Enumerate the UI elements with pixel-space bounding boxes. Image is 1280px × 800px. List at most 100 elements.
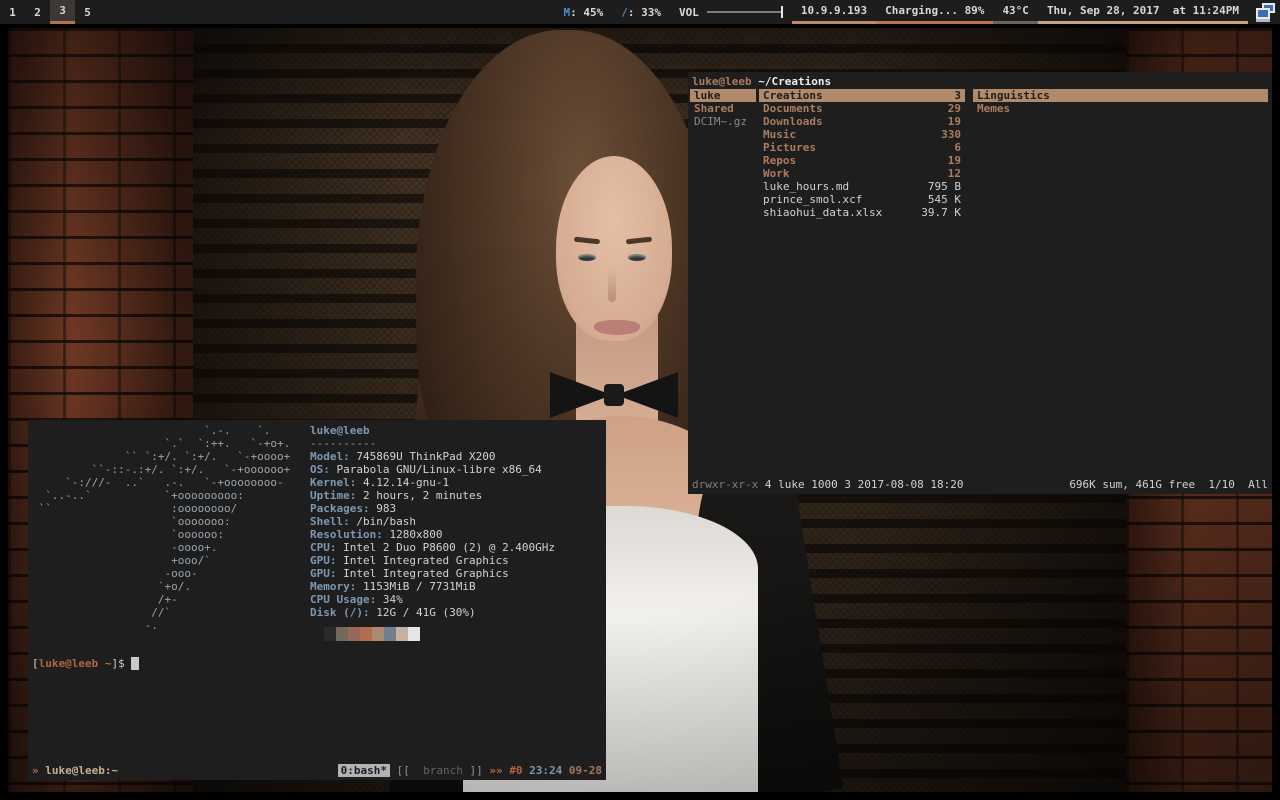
neofetch-info-line: Shell: /bin/bash [310,515,555,528]
entry-size: 29 [948,102,961,115]
tmux-date: 09-28 [569,764,602,777]
volume-slider[interactable] [707,11,783,13]
ranger-dir-downloads[interactable]: Downloads19 [759,115,965,128]
datetime-value: Thu, Sep 28, 2017 at 11:24PM [1047,4,1239,17]
entry-size: 545 K [928,193,961,206]
info-label: GPU: [310,567,337,580]
info-value: 2 hours, 2 minutes [356,489,482,502]
file-status-info: 4 luke 1000 3 2017-08-08 18:20 [758,478,963,491]
volume-slider-handle[interactable] [781,6,783,18]
entry-size: 19 [948,154,961,167]
ranger-file-dcim-gz[interactable]: DCIM~.gz [690,115,756,128]
info-value: 34% [376,593,403,606]
neofetch-info-line: GPU: Intel Integrated Graphics [310,567,555,580]
ranger-file-prince-smol-xcf[interactable]: prince_smol.xcf545 K [759,193,965,206]
entry-name: Downloads [763,115,948,128]
workspace-tag-5[interactable]: 5 [75,0,100,24]
prompt-user: luke@leeb [39,657,99,670]
tmux-clock: 23:24 [529,764,562,777]
entry-size: 12 [948,167,961,180]
ranger-file-shiaohui-data-xlsx[interactable]: shiaohui_data.xlsx39.7 K [759,206,965,219]
ip-address-module: 10.9.9.193 [792,0,876,24]
neofetch-info-line: Packages: 983 [310,502,555,515]
entry-size: 6 [954,141,961,154]
memory-value: : 45% [570,6,603,19]
neofetch-info-line: Disk (/): 12G / 41G (30%) [310,606,555,619]
neofetch-info-line: GPU: Intel Integrated Graphics [310,554,555,567]
entry-name: Pictures [763,141,954,154]
git-close: ]] [463,764,483,777]
neofetch-title: luke@leeb [310,424,555,437]
status-bar: 1235 M: 45% /: 33% VOL 10.9.9.193 Chargi… [0,0,1280,24]
entry-size: 795 B [928,180,961,193]
info-value: 4.12.14-gnu-1 [356,476,449,489]
ranger-dir-luke[interactable]: luke [690,89,756,102]
shell-prompt[interactable]: [luke@leeb ~]$ [32,657,139,670]
workspace-tag-1[interactable]: 1 [0,0,25,24]
entry-name: Documents [763,102,948,115]
info-value: 983 [370,502,397,515]
ranger-dir-linguistics[interactable]: Linguistics [973,89,1268,102]
ranger-dir-creations[interactable]: Creations3 [759,89,965,102]
workspace-tag-3[interactable]: 3 [50,0,75,24]
neofetch-info-line: Uptime: 2 hours, 2 minutes [310,489,555,502]
palette-swatch [336,627,348,641]
memory-icon: M [563,6,570,19]
info-value: 1153MiB / 7731MiB [356,580,475,593]
ip-address: 10.9.9.193 [801,4,867,17]
entry-size: 3 [954,89,961,102]
palette-swatch [348,627,360,641]
palette-swatch [396,627,408,641]
entry-name: Creations [763,89,954,102]
palette-swatch [360,627,372,641]
ranger-dir-music[interactable]: Music330 [759,128,965,141]
ranger-title-bar: luke@leeb ~/Creations [692,75,831,88]
volume-label: VOL [679,6,699,19]
neofetch-lines: Model: 745869U ThinkPad X200OS: Parabola… [310,450,555,619]
info-label: Packages: [310,502,370,515]
ranger-window[interactable]: luke@leeb ~/Creations lukeSharedDCIM~.gz… [688,72,1272,494]
ranger-dir-pictures[interactable]: Pictures6 [759,141,965,154]
ranger-parent-column: lukeSharedDCIM~.gz [690,89,756,128]
info-label: Disk (/): [310,606,370,619]
neofetch-info-line: CPU Usage: 34% [310,593,555,606]
info-label: GPU: [310,554,337,567]
terminal-window[interactable]: `.-. `. `.` `:++. `-+o+. `` `:+/. `:+/. … [28,420,606,780]
prompt-bracket-close: ]$ [111,657,124,670]
prompt-path: ~ [98,657,111,670]
ranger-dir-memes[interactable]: Memes [973,102,1268,115]
entry-name: Memes [977,102,1264,115]
workspace-tag-2[interactable]: 2 [25,0,50,24]
tmux-window-tab[interactable]: 0:bash* [338,764,390,777]
tmux-status-bar: » luke@leeb:~ 0:bash* [[ branch ]] »» #0… [32,763,602,777]
entry-name: Repos [763,154,948,167]
temperature-module: 43°C [993,0,1038,24]
disk-module: /: 33% [612,0,670,24]
tmux-pane-index: #0 [509,764,522,777]
ranger-file-luke-hours-md[interactable]: luke_hours.md795 B [759,180,965,193]
neofetch-info-line: CPU: Intel 2 Duo P8600 (2) @ 2.400GHz [310,541,555,554]
entry-size: 330 [941,128,961,141]
disk-icon: / [621,6,628,19]
palette-swatch [408,627,420,641]
palette-swatch [372,627,384,641]
entry-name: luke [694,89,752,102]
battery-status: Charging... 89% [885,4,984,17]
ranger-dir-documents[interactable]: Documents29 [759,102,965,115]
datetime-module: Thu, Sep 28, 2017 at 11:24PM [1038,0,1248,24]
neofetch-info-line: OS: Parabola GNU/Linux-libre x86_64 [310,463,555,476]
ranger-dir-shared[interactable]: Shared [690,102,756,115]
info-label: Memory: [310,580,356,593]
info-label: Kernel: [310,476,356,489]
git-open: [[ [397,764,417,777]
info-label: Uptime: [310,489,356,502]
entry-name: DCIM~.gz [694,115,752,128]
ranger-dir-work[interactable]: Work12 [759,167,965,180]
entry-name: shiaohui_data.xlsx [763,206,921,219]
info-value: Intel 2 Duo P8600 (2) @ 2.400GHz [337,541,556,554]
file-permissions: drwxr-xr-x [692,478,758,491]
ranger-dir-repos[interactable]: Repos19 [759,154,965,167]
network-computers-icon-front[interactable] [1256,8,1270,19]
info-value: 12G / 41G (30%) [370,606,476,619]
ranger-columns: lukeSharedDCIM~.gz Creations3Documents29… [688,89,1272,474]
